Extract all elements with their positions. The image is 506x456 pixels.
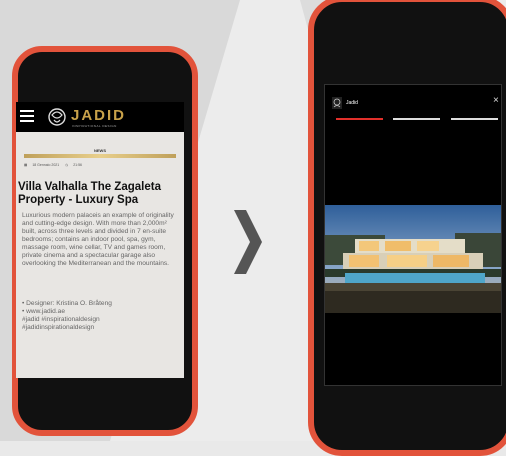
story-progress-bar <box>336 118 383 120</box>
credit-line[interactable]: • www.jadid.ae <box>22 308 182 316</box>
jadid-logo-icon <box>48 108 66 126</box>
article-title: Villa Valhalla The Zagaleta Property - L… <box>18 181 161 206</box>
story-progress-bar <box>393 118 440 120</box>
story-viewer: Jadid × <box>324 84 502 386</box>
story-account-name[interactable]: Jadid <box>346 100 358 106</box>
calendar-icon: ▦ <box>24 163 28 167</box>
left-phone-screen: JADID INSPIRATIONAL DESIGN NEWS ▦ 18 Genn… <box>16 102 184 378</box>
logo-text[interactable]: JADID <box>71 107 126 124</box>
article-meta: ▦ 18 Gennaio 2021 ◷ 21:56 <box>24 163 87 167</box>
section-divider <box>24 154 176 158</box>
article-credits: • Designer: Kristina O. Bråteng • www.ja… <box>22 300 182 332</box>
credit-line: • Designer: Kristina O. Bråteng <box>22 300 112 307</box>
account-avatar-icon[interactable] <box>332 97 342 109</box>
story-progress-bar <box>451 118 498 120</box>
article-body: Luxurious modern palaceis an example of … <box>22 212 174 267</box>
article-page: NEWS ▦ 18 Gennaio 2021 ◷ 21:56 Villa Valha… <box>16 132 184 378</box>
article-date: 18 Gennaio 2021 <box>32 163 60 167</box>
credit-line: #jadid #inspirationaldesign <box>22 316 100 323</box>
article-time: 21:56 <box>73 163 82 167</box>
close-icon[interactable]: × <box>493 95 499 106</box>
credit-line: #jadidinspirationaldesign <box>22 324 95 331</box>
clock-icon: ◷ <box>65 163 69 167</box>
hamburger-icon[interactable] <box>20 110 34 122</box>
chevron-right-icon <box>234 210 262 274</box>
villa-photo <box>325 205 501 313</box>
logo-subtitle: INSPIRATIONAL DESIGN <box>72 124 117 128</box>
site-header: JADID INSPIRATIONAL DESIGN <box>16 102 184 132</box>
section-label: NEWS <box>94 148 106 153</box>
